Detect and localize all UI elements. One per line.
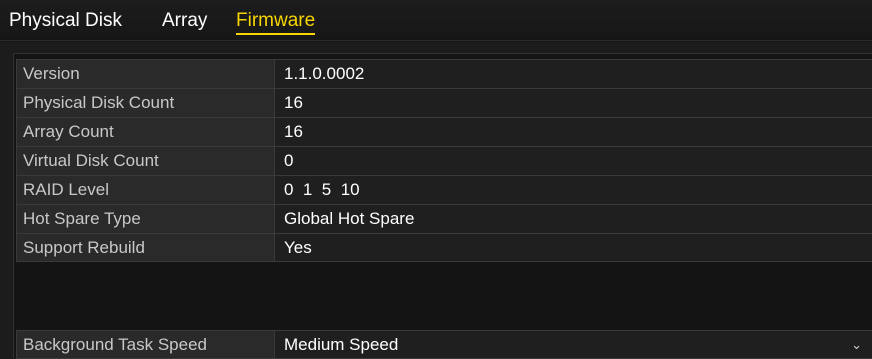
info-label: Virtual Disk Count	[16, 146, 274, 175]
tab-array[interactable]: Array	[162, 10, 207, 32]
info-label: RAID Level	[16, 175, 274, 204]
info-row-virtual-disk-count: Virtual Disk Count 0	[16, 146, 872, 175]
info-label: Support Rebuild	[16, 233, 274, 262]
info-value: 16	[274, 88, 872, 117]
info-value: Global Hot Spare	[274, 204, 872, 233]
info-row-support-rebuild: Support Rebuild Yes	[16, 233, 872, 262]
info-label: Array Count	[16, 117, 274, 146]
info-value: 1.1.0.0002	[274, 59, 872, 88]
background-task-speed-row: Background Task Speed Medium Speed ⌄	[16, 330, 872, 359]
background-task-speed-label: Background Task Speed	[16, 330, 274, 359]
info-value: 0	[274, 146, 872, 175]
info-value: 16	[274, 117, 872, 146]
info-label: Version	[16, 59, 274, 88]
chevron-down-icon[interactable]: ⌄	[851, 331, 862, 358]
tab-bar: Physical Disk Array Firmware	[0, 0, 872, 42]
info-row-version: Version 1.1.0.0002	[16, 59, 872, 88]
info-value: Yes	[274, 233, 872, 262]
info-row-physical-disk-count: Physical Disk Count 16	[16, 88, 872, 117]
info-row-array-count: Array Count 16	[16, 117, 872, 146]
info-label: Hot Spare Type	[16, 204, 274, 233]
tab-physical-disk[interactable]: Physical Disk	[9, 10, 122, 32]
tab-firmware[interactable]: Firmware	[236, 10, 316, 35]
background-task-speed-select[interactable]: Medium Speed ⌄	[274, 330, 872, 359]
info-label: Physical Disk Count	[16, 88, 274, 117]
info-row-raid-level: RAID Level 0 1 5 10	[16, 175, 872, 204]
info-row-hot-spare-type: Hot Spare Type Global Hot Spare	[16, 204, 872, 233]
background-task-speed-value: Medium Speed	[284, 335, 399, 354]
tab-bar-divider	[0, 40, 872, 41]
info-value: 0 1 5 10	[274, 175, 872, 204]
